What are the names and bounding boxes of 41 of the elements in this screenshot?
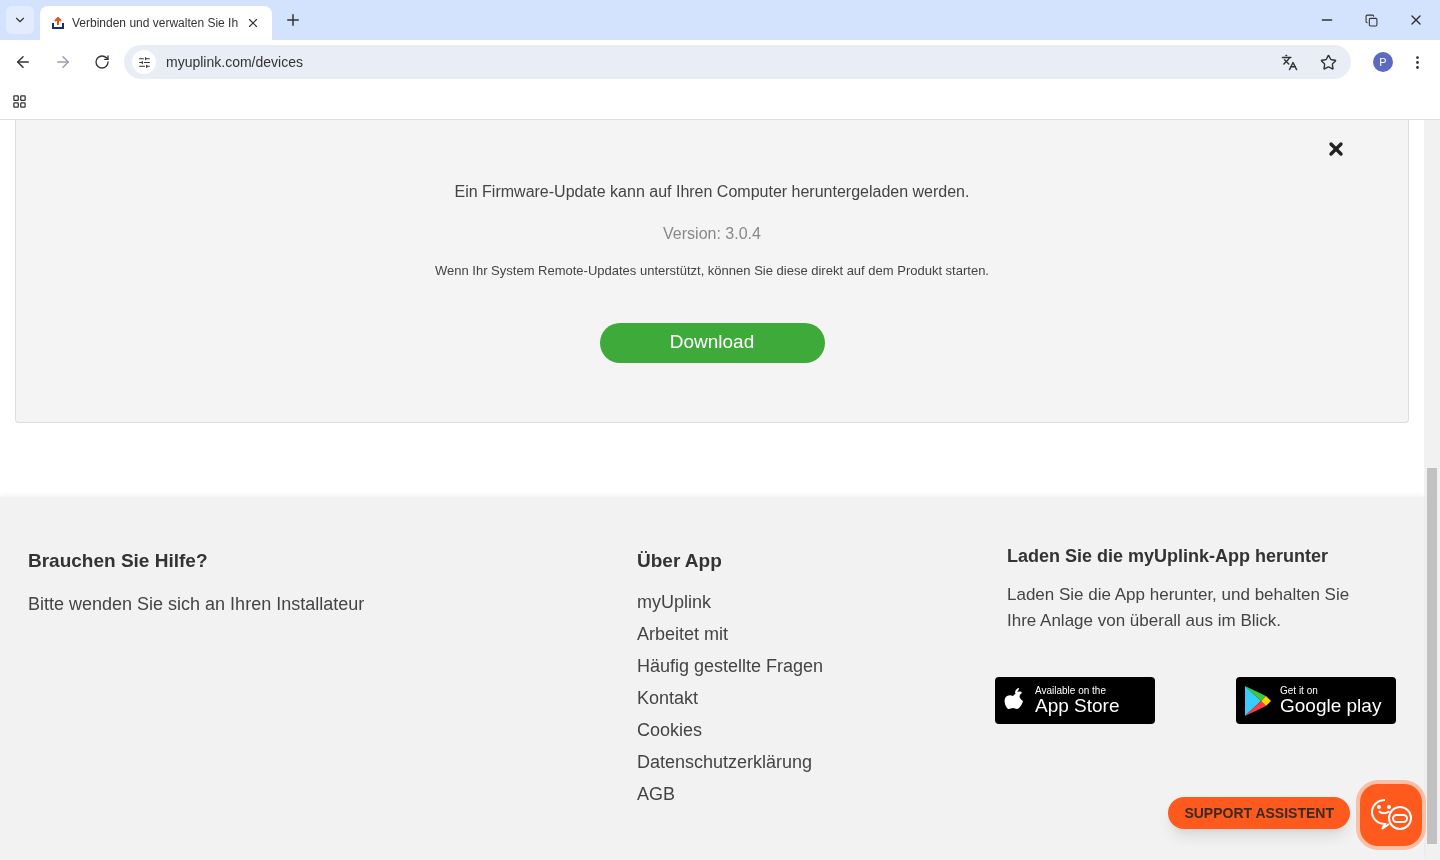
badge-title: App Store bbox=[1035, 696, 1120, 715]
reload-icon[interactable] bbox=[94, 54, 110, 70]
address-bar[interactable]: myuplink.com/devices bbox=[124, 45, 1351, 79]
update-message: Ein Firmware-Update kann auf Ihren Computer heruntergeladen werden. bbox=[454, 182, 970, 202]
back-icon[interactable] bbox=[14, 53, 32, 71]
footer-link[interactable]: AGB bbox=[637, 781, 675, 806]
badge-caption: Get it on bbox=[1280, 686, 1319, 696]
badge-caption: Available on the bbox=[1035, 686, 1107, 696]
play-icon bbox=[1244, 684, 1272, 717]
browser-tab[interactable]: Verbinden und verwalten Sie Ih bbox=[40, 6, 272, 40]
help-heading: Brauchen Sie Hilfe? bbox=[28, 549, 209, 573]
close-icon[interactable] bbox=[246, 16, 260, 30]
url-text: myuplink.com/devices bbox=[166, 52, 304, 72]
app-text: Laden Sie die App herunter, und behalten Sie Ihre Anlage von überall aus im Blick. bbox=[1007, 584, 1351, 632]
version-text: Version: 3.0.4 bbox=[663, 224, 761, 244]
site-settings-icon[interactable] bbox=[137, 55, 151, 69]
close-icon[interactable] bbox=[1326, 139, 1346, 159]
app-heading: Laden Sie die myUplink-App herunter bbox=[1007, 545, 1330, 568]
restore-icon[interactable] bbox=[1365, 13, 1378, 27]
footer-link[interactable]: Datenschutzerklärung bbox=[637, 749, 813, 774]
store-badge[interactable]: Available on the App Store bbox=[995, 677, 1155, 724]
footer-link[interactable]: Arbeitet mit bbox=[637, 621, 729, 646]
bookmark-icon[interactable] bbox=[1320, 53, 1337, 71]
footer-link[interactable]: Häufig gestellte Fragen bbox=[637, 653, 824, 678]
forward-icon[interactable] bbox=[54, 53, 72, 71]
update-note: Wenn Ihr System Remote-Updates unterstützt, können Sie diese direkt auf dem Produkt starten. bbox=[435, 262, 989, 280]
upload-icon bbox=[52, 17, 64, 29]
help-text: Bitte wenden Sie sich an Ihren Installateur bbox=[28, 592, 366, 616]
new-tab-icon[interactable] bbox=[284, 11, 302, 29]
footer-link[interactable]: Kontakt bbox=[637, 685, 699, 710]
tab-title: Verbinden und verwalten Sie Ih bbox=[72, 15, 238, 32]
badge-title: Google play bbox=[1280, 696, 1382, 715]
footer-link[interactable]: Cookies bbox=[637, 717, 703, 742]
store-badge[interactable]: Get it on Google play bbox=[1236, 677, 1396, 724]
support-assistant-button[interactable]: SUPPORT ASSISTENT bbox=[1168, 797, 1350, 829]
footer-link[interactable]: myUplink bbox=[637, 589, 711, 614]
apps-icon[interactable] bbox=[12, 94, 27, 109]
about-heading: Über App bbox=[637, 549, 723, 573]
translate-icon[interactable] bbox=[1281, 53, 1298, 71]
chat-bot-icon bbox=[1369, 798, 1413, 832]
profile-avatar[interactable]: P bbox=[1373, 52, 1393, 72]
